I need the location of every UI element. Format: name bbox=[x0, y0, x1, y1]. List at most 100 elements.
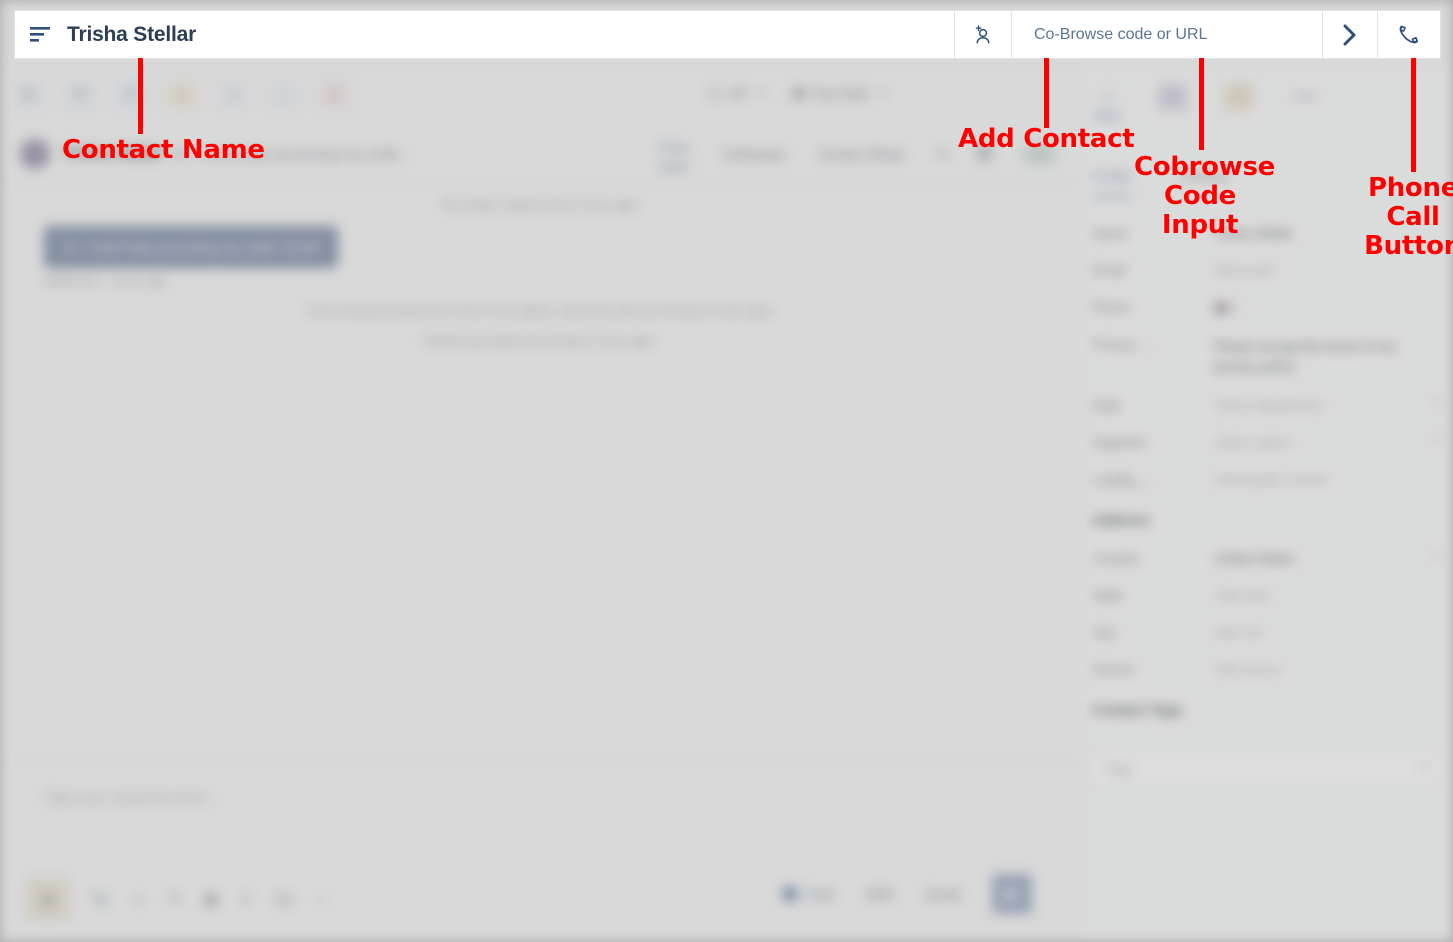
transfer-icon[interactable]: ↪ bbox=[935, 144, 948, 164]
canned-response-icon[interactable]: ▤ bbox=[27, 878, 69, 920]
tab-screen-share-label: Screen Share bbox=[819, 146, 905, 162]
field-email-value[interactable]: Add email bbox=[1214, 263, 1442, 278]
tab-chat[interactable]: Chat bbox=[658, 139, 689, 169]
profile-tab-indicator bbox=[1092, 195, 1132, 198]
messenger-icon[interactable]: ✉ bbox=[12, 78, 46, 112]
cobrowse-input-field[interactable] bbox=[1032, 24, 1322, 45]
channel-option-chat[interactable]: Chat bbox=[783, 886, 833, 902]
date-filter-dropdown[interactable]: ▦ Any Date ▼ bbox=[792, 84, 888, 101]
send-triangle-icon[interactable]: ▶ bbox=[992, 874, 1032, 914]
field-country-value: United States bbox=[1214, 551, 1296, 567]
composer-placeholder[interactable]: Type your response here... bbox=[44, 790, 217, 806]
image-icon[interactable]: ▦ bbox=[204, 890, 218, 908]
notes-glyph: NOTE bbox=[1160, 92, 1186, 102]
field-city-value[interactable]: Add city bbox=[1214, 625, 1442, 640]
cobrowse-code-input[interactable] bbox=[1011, 11, 1322, 58]
info-icon[interactable]: ⓘ bbox=[1092, 82, 1122, 112]
annotation-pointer-contact-name bbox=[138, 58, 143, 134]
chevron-down-icon: ▼ bbox=[755, 87, 765, 98]
orders-badge-icon[interactable]: CART bbox=[1224, 82, 1254, 112]
info-glyph: ⓘ bbox=[1098, 89, 1116, 109]
field-phone-value[interactable]: 1 bbox=[1214, 300, 1442, 315]
annotation-label-add-contact: Add Contact bbox=[958, 124, 1135, 154]
link-icon[interactable]: ⚭ bbox=[240, 890, 253, 908]
field-email-label: Email bbox=[1092, 263, 1126, 278]
annotation-pointer-add-contact bbox=[1044, 58, 1049, 128]
field-source-value[interactable]: Add source bbox=[1214, 662, 1442, 677]
text-format-icon[interactable]: Aa bbox=[274, 891, 292, 908]
field-phone-label: Phone bbox=[1092, 300, 1132, 315]
us-flag-icon bbox=[1214, 303, 1229, 313]
orders-glyph: CART bbox=[1226, 92, 1252, 102]
tab-active-indicator bbox=[658, 165, 689, 169]
hamburger-menu-icon[interactable] bbox=[15, 11, 67, 58]
chat-transcript: The visitor started chat (1 hour ago) Hi… bbox=[0, 182, 1078, 782]
add-contact-button[interactable] bbox=[954, 11, 1011, 58]
phone-call-button[interactable] bbox=[1377, 11, 1440, 58]
date-filter-label: Any Date bbox=[811, 84, 870, 101]
field-segment[interactable]: Segment Select option ▼ bbox=[1092, 435, 1442, 450]
visitor-message-bubble: Hi, I need help accessing my order #1246 bbox=[44, 226, 339, 268]
annotation-pointer-phone-call bbox=[1411, 58, 1416, 172]
tab-profile[interactable]: Profile bbox=[1092, 168, 1132, 198]
field-dept[interactable]: Dept Select department ▼ bbox=[1092, 398, 1442, 413]
tab-chat-label: Chat bbox=[658, 139, 689, 156]
field-segment-label: Segment bbox=[1092, 435, 1147, 451]
annotation-label-contact-name: Contact Name bbox=[62, 135, 265, 165]
field-privacy-value: Please accept the terms of our privacy p… bbox=[1214, 339, 1398, 374]
field-privacy-label: Privacy ... bbox=[1092, 337, 1152, 352]
tab-cobrowse-label: Cobrowse bbox=[722, 146, 786, 162]
location-icon[interactable]: ♁ bbox=[315, 891, 326, 908]
phone-glyph: ✆ bbox=[124, 87, 138, 104]
cobrowse-submit-button[interactable] bbox=[1322, 11, 1377, 58]
field-privacy: Privacy ... Please accept the terms of o… bbox=[1092, 337, 1442, 376]
main-conversation-column: ✉ ✉ ✆ ■ ◑ ⌕ ● ◯ All ▼ ▦ Any Date ▼ Trish… bbox=[0, 68, 1078, 942]
field-state-value[interactable]: Add state bbox=[1214, 588, 1442, 603]
field-loyalty: Loyalty_... Add loyalty number bbox=[1092, 472, 1442, 487]
email-icon[interactable]: ✉ bbox=[63, 78, 97, 112]
pending-icon[interactable]: ■ bbox=[165, 78, 199, 112]
pen-icon[interactable]: ✎ bbox=[169, 890, 182, 908]
chevron-down-icon: ▼ bbox=[1419, 762, 1429, 774]
field-source: Source Add source bbox=[1092, 662, 1442, 677]
annotation-pointer-cobrowse bbox=[1199, 58, 1204, 150]
field-country[interactable]: Country United States ▼ bbox=[1092, 551, 1442, 566]
search-icon[interactable]: ⌕ bbox=[267, 78, 301, 112]
tab-profile-label: Profile bbox=[1092, 168, 1132, 184]
application-top-bar: Trisha Stellar bbox=[14, 10, 1441, 59]
field-state: State Add state bbox=[1092, 588, 1442, 603]
channel-option-sms[interactable]: SMS bbox=[865, 887, 894, 902]
contact-tags-title: Contact Tags bbox=[1092, 703, 1183, 720]
profile-panel-icon-row: ⓘ NOTE CART APPS bbox=[1092, 82, 1320, 112]
notes-badge-icon[interactable]: NOTE bbox=[1158, 82, 1188, 112]
filters-row: ◯ All ▼ ▦ Any Date ▼ bbox=[708, 84, 888, 101]
type-filter-label: All bbox=[729, 84, 746, 101]
field-loyalty-value[interactable]: Add loyalty number bbox=[1214, 472, 1442, 487]
address-section-title: Address bbox=[1092, 513, 1151, 530]
field-source-label: Source bbox=[1092, 662, 1135, 678]
type-filter-dropdown[interactable]: ◯ All ▼ bbox=[708, 84, 764, 101]
tab-cobrowse[interactable]: Cobrowse bbox=[722, 146, 785, 162]
field-email: Email Add email bbox=[1092, 263, 1442, 278]
field-segment-value: Select option bbox=[1214, 435, 1293, 451]
attachment-icon[interactable]: 📎 bbox=[91, 890, 110, 908]
composer-toolbar: ▤ 📎 ☺ ✎ ▦ ⚭ Aa ♁ bbox=[27, 878, 326, 920]
alert-icon[interactable]: ● bbox=[318, 78, 352, 112]
field-phone-text: 1 bbox=[1234, 300, 1242, 315]
tags-select[interactable]: Tags ▼ bbox=[1092, 749, 1442, 788]
field-country-label: Country bbox=[1092, 551, 1140, 567]
field-phone: Phone 1 bbox=[1092, 300, 1442, 315]
contact-avatar bbox=[20, 139, 50, 169]
chevron-down-icon: ▼ bbox=[1432, 551, 1442, 563]
channel-option-email[interactable]: Email bbox=[926, 887, 960, 902]
apps-badge-icon[interactable]: APPS bbox=[1290, 82, 1320, 112]
emoji-icon[interactable]: ☺ bbox=[132, 891, 147, 908]
chevron-down-icon: ▼ bbox=[1432, 435, 1442, 447]
field-dept-label: Dept bbox=[1092, 398, 1121, 414]
tags-placeholder: Tags bbox=[1105, 760, 1134, 776]
tab-screen-share[interactable]: Screen Share bbox=[819, 146, 905, 162]
system-message-transfer: You're being transferred to one of our a… bbox=[306, 304, 772, 318]
chat-icon[interactable]: ◑ bbox=[216, 78, 250, 112]
checkbox-checked-icon bbox=[783, 886, 798, 901]
